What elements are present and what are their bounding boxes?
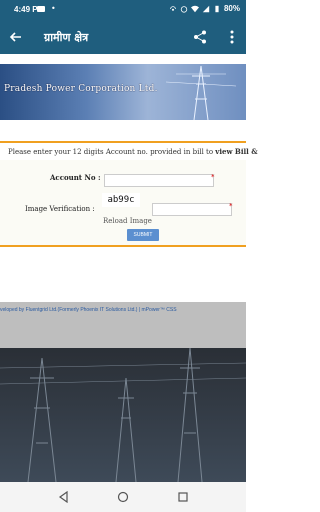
signal-icon: [202, 5, 210, 12]
notice-text: Please enter your 12 digits Account no. …: [8, 147, 258, 156]
footer-image: [0, 348, 246, 482]
wifi-icon: [190, 5, 199, 12]
bill-form: Account No : * Image Verification : ab99…: [0, 160, 246, 247]
nav-back-icon[interactable]: [58, 491, 70, 503]
youtube-icon: [37, 6, 45, 12]
hotspot-icon: [170, 5, 176, 11]
nav-home-icon[interactable]: [117, 491, 129, 503]
battery-percent: 80%: [223, 4, 240, 13]
battery-icon: [215, 5, 219, 12]
account-required-mark: *: [211, 173, 215, 181]
notice-bold: view Bill &: [215, 147, 258, 156]
power-tower-graphic: [166, 65, 236, 120]
footer-credits: veloped by Fluentgrid Ltd.(Formerly Phoe…: [0, 302, 246, 348]
notice-prefix: Please enter your 12 digits Account no. …: [8, 148, 216, 156]
captcha-required-mark: *: [229, 202, 233, 210]
app-bar: ग्रामीण क्षेत्र: [0, 20, 246, 54]
captcha-image: ab99c: [102, 193, 140, 207]
back-arrow-icon[interactable]: [8, 29, 24, 45]
captcha-input[interactable]: [152, 203, 232, 216]
footer-credit-text: veloped by Fluentgrid Ltd.(Formerly Phoe…: [0, 307, 177, 313]
alarm-icon: [180, 5, 188, 13]
notification-dot-icon: •: [51, 4, 56, 13]
account-input[interactable]: [104, 174, 214, 187]
banner-divider: [0, 141, 246, 143]
system-nav-bar: [0, 482, 246, 512]
nav-recent-icon[interactable]: [177, 491, 189, 503]
header-banner: Pradesh Power Corporation Ltd.: [0, 54, 246, 144]
share-icon[interactable]: [192, 29, 208, 45]
page-title: ग्रामीण क्षेत्र: [44, 31, 89, 44]
reload-image-link[interactable]: Reload Image: [103, 217, 152, 225]
status-bar: 4:49 PM • 80%: [0, 0, 246, 20]
account-label: Account No :: [50, 173, 101, 182]
transmission-towers-graphic: [0, 348, 246, 482]
more-vert-icon[interactable]: [226, 29, 238, 45]
status-icons: 80%: [169, 4, 240, 13]
banner-title: Pradesh Power Corporation Ltd.: [4, 84, 158, 94]
image-verification-label: Image Verification :: [25, 205, 95, 213]
submit-button[interactable]: SUBMIT: [127, 229, 159, 241]
